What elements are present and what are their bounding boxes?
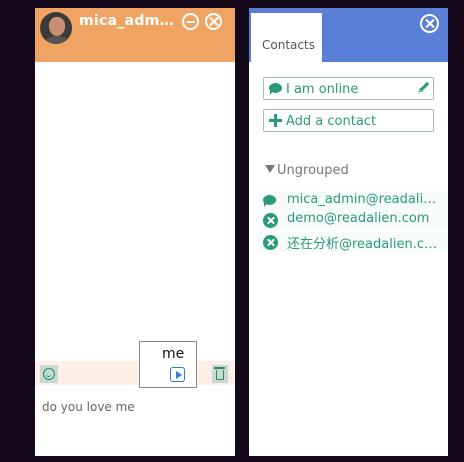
chat-header: mica_admin@readalien.com (35, 8, 235, 62)
offline-icon (263, 213, 278, 228)
chat-title: mica_admin@readalien.com (79, 13, 174, 29)
emoji-button[interactable] (40, 365, 58, 383)
avatar (40, 12, 72, 44)
tab-contacts-label: Contacts (262, 38, 315, 52)
offline-icon (263, 235, 278, 250)
status-button[interactable]: I am online (263, 77, 434, 100)
contact-label: 还在分析@readalien.com (287, 237, 437, 252)
contacts-header: Contacts (249, 8, 448, 62)
chat-window: mica_admin@readalien.com me (35, 8, 235, 456)
chat-toolbar (35, 361, 235, 385)
close-icon (425, 19, 434, 28)
minus-icon (186, 20, 195, 23)
plus-icon (269, 114, 282, 127)
contact-label: demo@readalien.com (287, 211, 430, 226)
clear-history-button[interactable] (212, 365, 228, 383)
add-contact-label: Add a contact (286, 114, 377, 129)
caret-down-icon (265, 165, 275, 173)
send-tooltip: me (139, 341, 197, 388)
contact-label: mica_admin@readalien.com (287, 192, 437, 207)
group-header-ungrouped[interactable]: Ungrouped (265, 163, 349, 178)
chat-bubble-icon (269, 83, 282, 95)
play-icon (175, 370, 182, 379)
contacts-panel: Contacts I am online Add a contact Ungro… (249, 8, 448, 456)
contact-item[interactable]: demo@readalien.com (259, 210, 448, 230)
add-contact-button[interactable]: Add a contact (263, 109, 434, 132)
close-contacts-button[interactable] (420, 14, 439, 33)
close-chat-button[interactable] (205, 13, 222, 30)
close-icon (209, 17, 218, 26)
trash-icon (214, 367, 225, 380)
pencil-icon[interactable] (417, 80, 431, 94)
tooltip-text: me (162, 346, 185, 362)
minimize-button[interactable] (182, 13, 199, 30)
status-label: I am online (286, 82, 359, 97)
contact-item[interactable]: mica_admin@readalien.com (259, 191, 448, 211)
tab-contacts[interactable]: Contacts (251, 13, 322, 62)
smiley-icon (43, 368, 55, 380)
send-button[interactable] (170, 367, 185, 382)
message-input[interactable] (42, 397, 228, 417)
contact-item[interactable]: 还在分析@readalien.com (259, 232, 448, 252)
group-name: Ungrouped (277, 163, 349, 178)
chat-bubble-icon (263, 194, 277, 208)
